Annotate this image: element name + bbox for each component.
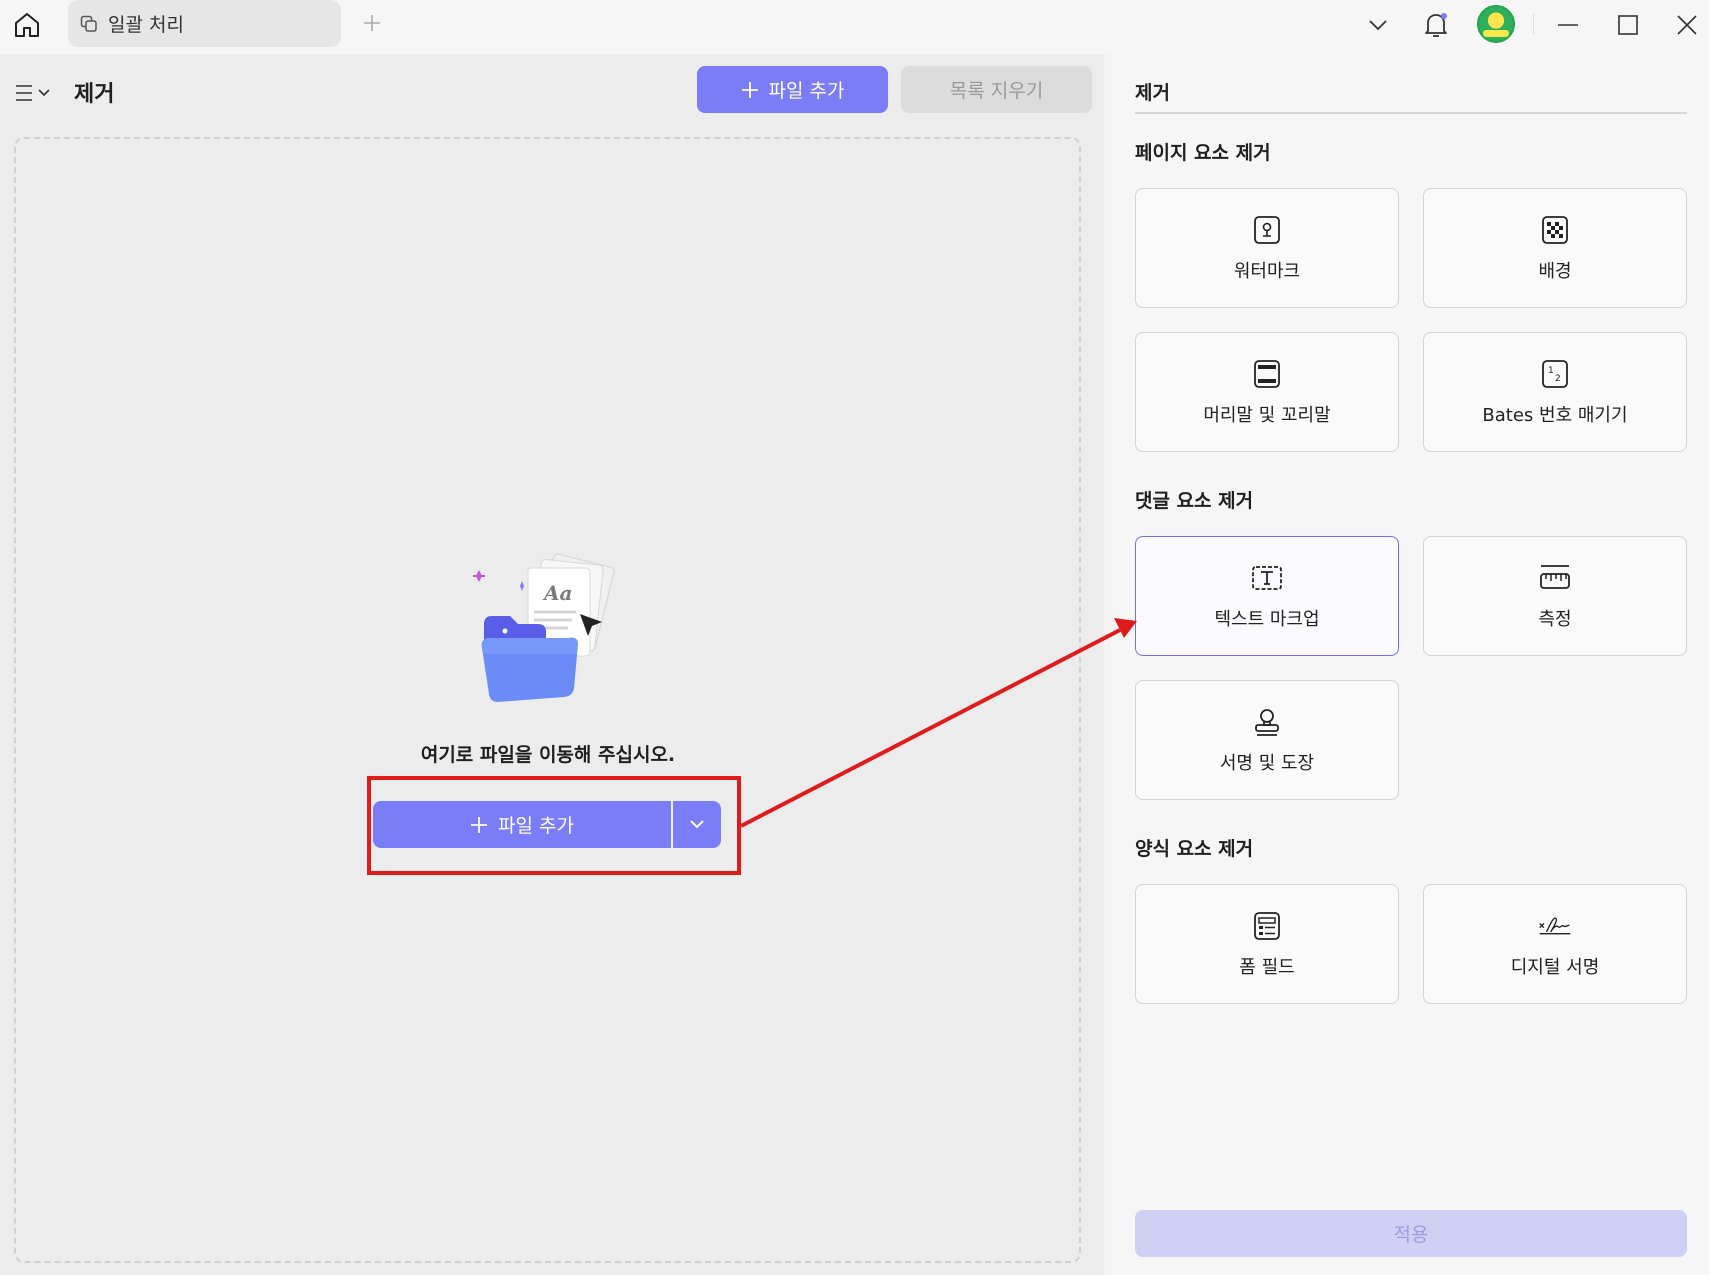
bates-number-icon: 1 2 bbox=[1538, 357, 1572, 391]
plus-icon bbox=[364, 15, 380, 31]
stamp-icon bbox=[1250, 705, 1284, 739]
bell-icon bbox=[1425, 13, 1447, 37]
option-header-footer[interactable]: 머리말 및 꼬리말 bbox=[1135, 332, 1399, 452]
section-heading-page-elements: 페이지 요소 제거 bbox=[1135, 142, 1271, 164]
option-measure[interactable]: 측정 bbox=[1423, 536, 1687, 656]
measure-icon bbox=[1538, 561, 1572, 595]
page-title: 제거 bbox=[74, 82, 115, 107]
watermark-icon bbox=[1250, 213, 1284, 247]
minimize-icon bbox=[1558, 24, 1578, 26]
option-form-field[interactable]: 폼 필드 bbox=[1135, 884, 1399, 1004]
option-digital-signature[interactable]: 디지털 서명 bbox=[1423, 884, 1687, 1004]
option-label: 폼 필드 bbox=[1239, 957, 1295, 978]
clear-list-label: 목록 지우기 bbox=[949, 80, 1044, 102]
bates-subscript: 2 bbox=[1555, 374, 1561, 384]
option-label: 텍스트 마크업 bbox=[1214, 609, 1320, 630]
option-label: 워터마크 bbox=[1233, 261, 1301, 282]
panel-title-underline bbox=[1135, 112, 1687, 114]
chevron-down-icon bbox=[38, 89, 50, 97]
section-heading-form-elements: 양식 요소 제거 bbox=[1135, 838, 1254, 860]
header-footer-icon bbox=[1250, 357, 1284, 391]
title-bar: 일괄 처리 bbox=[0, 0, 1709, 54]
digital-signature-icon bbox=[1538, 909, 1572, 943]
folder-documents-illustration: Aa bbox=[468, 502, 633, 702]
clear-list-button[interactable]: 목록 지우기 bbox=[901, 66, 1092, 113]
plus-icon bbox=[741, 81, 758, 98]
option-label: 측정 bbox=[1538, 609, 1572, 630]
titlebar-divider bbox=[1533, 14, 1534, 34]
option-background[interactable]: 배경 bbox=[1423, 188, 1687, 308]
illustration-text: Aa bbox=[542, 581, 572, 605]
tab-batch-process[interactable]: 일괄 처리 bbox=[68, 0, 341, 47]
form-field-icon bbox=[1250, 909, 1284, 943]
option-label: 서명 및 도장 bbox=[1219, 753, 1315, 774]
option-label: Bates 번호 매기기 bbox=[1482, 405, 1628, 426]
close-button[interactable] bbox=[1669, 0, 1705, 50]
maximize-button[interactable] bbox=[1610, 0, 1646, 50]
option-signature-stamp[interactable]: 서명 및 도장 bbox=[1135, 680, 1399, 800]
drop-instruction: 여기로 파일을 이동해 주십시오. bbox=[420, 744, 676, 766]
option-label: 머리말 및 꼬리말 bbox=[1203, 405, 1331, 426]
notification-button[interactable] bbox=[1418, 0, 1454, 50]
home-button[interactable] bbox=[8, 6, 46, 44]
close-icon bbox=[1677, 15, 1697, 35]
annotation-highlight-box bbox=[367, 776, 741, 875]
minimize-button[interactable] bbox=[1550, 0, 1586, 50]
remove-options-panel: 제거 페이지 요소 제거 워터마크 배경 머리말 및 꼬리말 1 2 Bates… bbox=[1111, 54, 1709, 1275]
copy-icon bbox=[80, 15, 97, 32]
option-watermark[interactable]: 워터마크 bbox=[1135, 188, 1399, 308]
option-text-markup[interactable]: 텍스트 마크업 bbox=[1135, 536, 1399, 656]
add-file-label: 파일 추가 bbox=[768, 80, 845, 102]
maximize-icon bbox=[1618, 15, 1638, 35]
option-label: 배경 bbox=[1538, 261, 1572, 282]
background-icon bbox=[1538, 213, 1572, 247]
option-label: 디지털 서명 bbox=[1510, 957, 1600, 978]
apply-button[interactable]: 적용 bbox=[1135, 1210, 1687, 1257]
home-icon bbox=[15, 13, 39, 37]
panel-title: 제거 bbox=[1135, 82, 1170, 104]
add-file-button[interactable]: 파일 추가 bbox=[697, 66, 888, 113]
hamburger-icon bbox=[16, 85, 32, 101]
section-heading-comment-elements: 댓글 요소 제거 bbox=[1135, 490, 1254, 512]
dropdown-button[interactable] bbox=[1360, 0, 1396, 50]
text-markup-icon bbox=[1250, 561, 1284, 595]
new-tab-button[interactable] bbox=[357, 8, 387, 38]
menu-button[interactable] bbox=[14, 78, 50, 108]
bates-superscript: 1 bbox=[1548, 366, 1554, 376]
tab-label: 일괄 처리 bbox=[108, 14, 184, 36]
option-bates-numbering[interactable]: 1 2 Bates 번호 매기기 bbox=[1423, 332, 1687, 452]
avatar[interactable] bbox=[1477, 5, 1515, 43]
chevron-down-icon bbox=[1369, 20, 1387, 31]
